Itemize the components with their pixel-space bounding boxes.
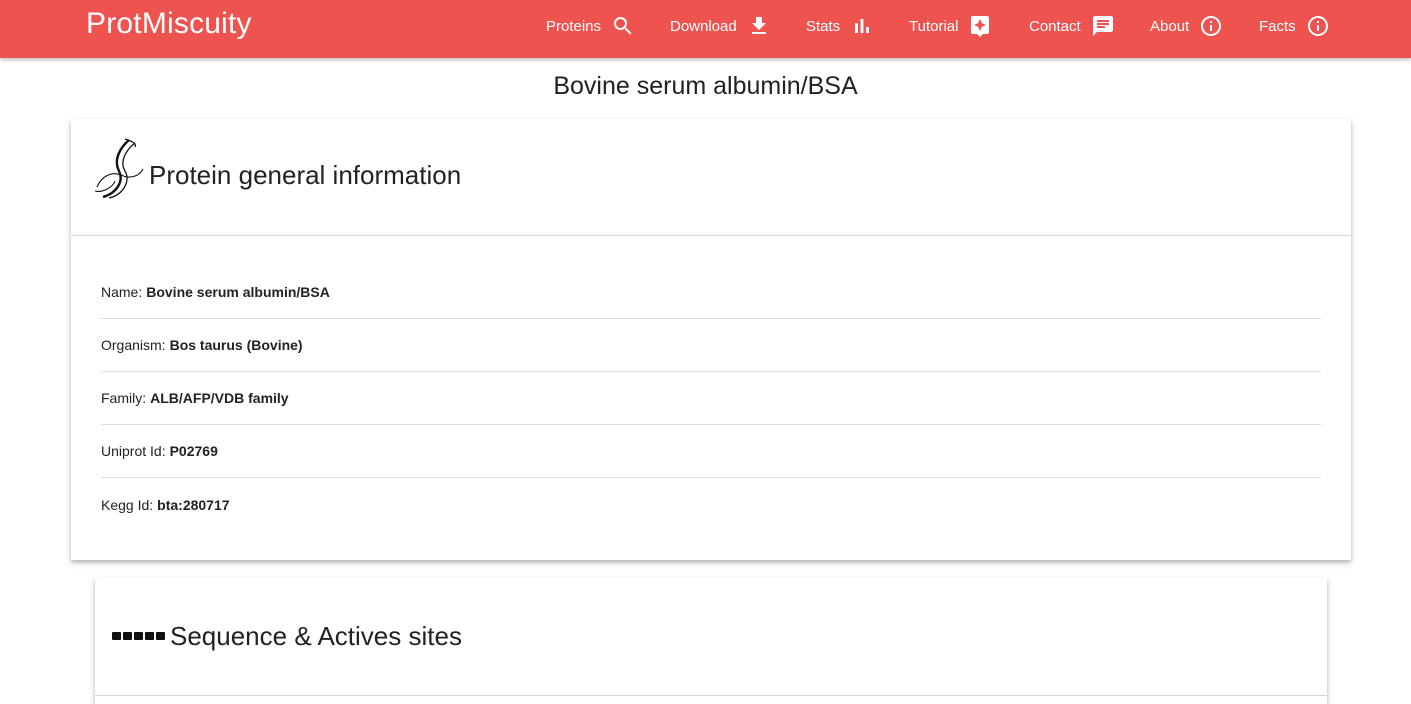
- nav-label: Facts: [1259, 17, 1296, 35]
- nav-label: About: [1150, 17, 1190, 35]
- info-label: Family:: [101, 390, 147, 406]
- sparkle-box-icon: [971, 16, 990, 37]
- info-label: Organism:: [101, 337, 166, 353]
- brand-logo-text[interactable]: ProtMiscuity: [86, 7, 252, 41]
- nav-item-contact[interactable]: Contact: [1029, 0, 1115, 52]
- nav-item-tutorial[interactable]: Tutorial: [909, 0, 992, 52]
- sequence-blocks-icon: [112, 632, 165, 640]
- info-row-family: Family: ALB/AFP/VDB family: [101, 372, 1321, 425]
- nav-label: Stats: [806, 17, 841, 35]
- nav-item-about[interactable]: About: [1150, 0, 1223, 52]
- info-label: Uniprot Id:: [101, 443, 166, 459]
- nav-label: Proteins: [546, 17, 602, 35]
- info-icon: [1201, 16, 1222, 36]
- top-navbar: ProtMiscuity Proteins Download Stats Tut…: [0, 0, 1411, 58]
- info-value: Bos taurus (Bovine): [169, 337, 303, 353]
- info-row-name: Name: Bovine serum albumin/BSA: [101, 266, 1321, 319]
- nav-label: Contact: [1029, 17, 1081, 35]
- nav-label: Download: [670, 17, 737, 35]
- page-title: Bovine serum albumin/BSA: [553, 72, 858, 100]
- protein-info-list: Name: Bovine serum albumin/BSA Organism:…: [101, 266, 1321, 531]
- download-icon: [751, 17, 766, 34]
- info-row-kegg-id: Kegg Id: bta:280717: [101, 478, 1321, 531]
- search-icon: [614, 17, 632, 35]
- info-value: bta:280717: [157, 496, 230, 513]
- protein-ribbon-icon: [94, 138, 144, 199]
- card-header: Protein general information: [71, 119, 1351, 236]
- info-label: Name:: [101, 284, 143, 300]
- bar-chart-icon: [855, 19, 870, 33]
- nav-item-stats[interactable]: Stats: [806, 0, 874, 52]
- protein-general-info-card: Protein general information Name: Bovine…: [71, 119, 1351, 560]
- info-row-organism: Organism: Bos taurus (Bovine): [101, 319, 1321, 372]
- nav-item-download[interactable]: Download: [670, 0, 771, 52]
- sequence-active-sites-card: Sequence & Actives sites: [95, 578, 1327, 704]
- info-icon: [1307, 16, 1328, 36]
- nav-item-proteins[interactable]: Proteins: [546, 0, 635, 52]
- info-value: Bovine serum albumin/BSA: [146, 284, 330, 300]
- info-label: Kegg Id:: [101, 496, 154, 513]
- info-value: ALB/AFP/VDB family: [150, 390, 289, 406]
- card-title: Sequence & Actives sites: [170, 621, 462, 651]
- info-row-uniprot-id: Uniprot Id: P02769: [101, 425, 1321, 478]
- chat-icon: [1092, 16, 1113, 36]
- nav-item-facts[interactable]: Facts: [1259, 0, 1330, 52]
- card-title: Protein general information: [149, 160, 462, 190]
- info-value: P02769: [169, 443, 218, 459]
- nav-label: Tutorial: [909, 17, 959, 35]
- card-header: Sequence & Actives sites: [95, 578, 1327, 696]
